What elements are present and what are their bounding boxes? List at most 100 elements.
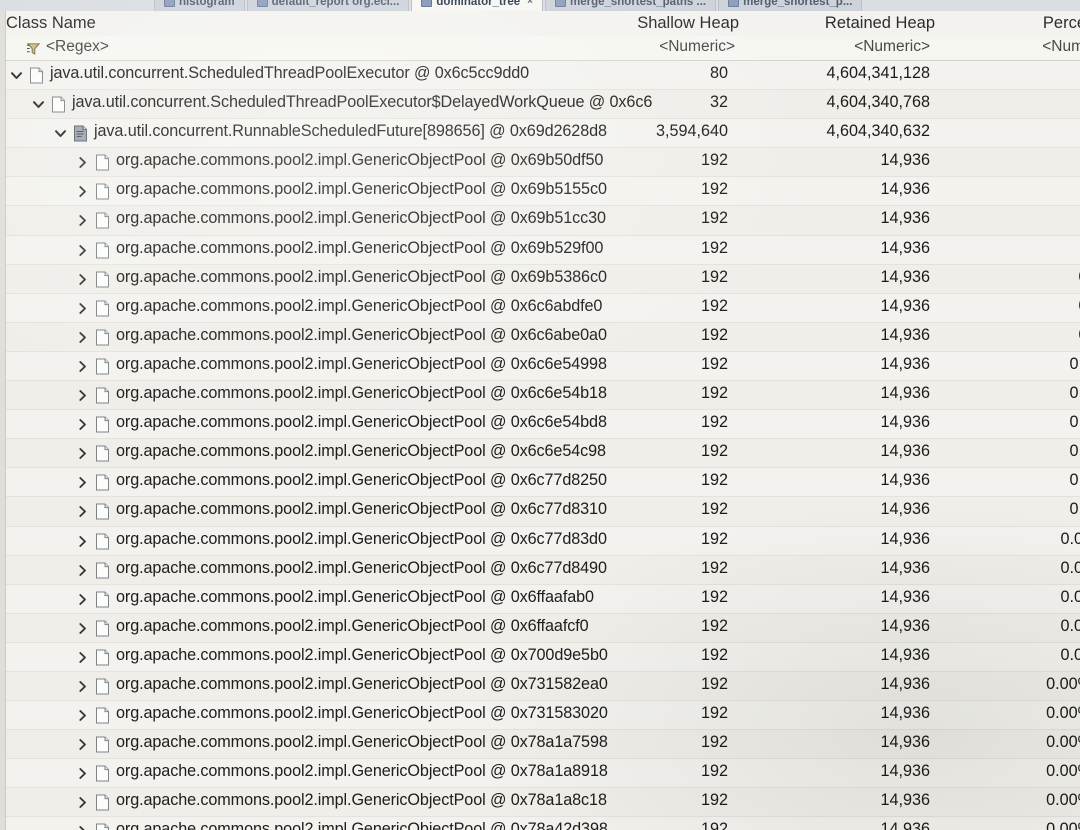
shallow-heap-value: 192	[700, 704, 728, 723]
filter-icon[interactable]	[26, 41, 41, 56]
table-row[interactable]: java.util.concurrent.ScheduledThreadPool…	[0, 61, 1080, 91]
regex-filter-input[interactable]: <Regex>	[46, 38, 109, 56]
chevron-right-icon[interactable]	[76, 825, 89, 830]
chevron-right-icon[interactable]	[76, 302, 89, 315]
retained-heap-value: 14,936	[880, 325, 930, 344]
chevron-right-icon[interactable]	[76, 389, 89, 402]
dominator-tree-rows[interactable]: java.util.concurrent.ScheduledThreadPool…	[0, 61, 1080, 830]
chevron-right-icon[interactable]	[76, 680, 89, 693]
retained-heap-value: 14,936	[880, 267, 930, 286]
chevron-right-icon[interactable]	[76, 622, 89, 635]
chevron-right-icon[interactable]	[76, 214, 89, 227]
table-row[interactable]: org.apache.commons.pool2.impl.GenericObj…	[0, 526, 1080, 556]
java-object-icon	[95, 154, 110, 171]
chevron-right-icon[interactable]	[76, 505, 89, 518]
table-row[interactable]: java.util.concurrent.RunnableScheduledFu…	[0, 119, 1080, 149]
column-header-percentage[interactable]: Perce	[1043, 14, 1080, 33]
chevron-down-icon[interactable]	[10, 69, 23, 82]
table-row[interactable]: org.apache.commons.pool2.impl.GenericObj…	[0, 235, 1080, 265]
table-row[interactable]: org.apache.commons.pool2.impl.GenericObj…	[0, 613, 1080, 643]
table-row[interactable]: org.apache.commons.pool2.impl.GenericObj…	[0, 788, 1080, 818]
table-row[interactable]: org.apache.commons.pool2.impl.GenericObj…	[0, 730, 1080, 760]
java-object-icon	[95, 591, 110, 608]
table-row[interactable]: org.apache.commons.pool2.impl.GenericObj…	[0, 497, 1080, 527]
shallow-heap-filter-input[interactable]: <Numeric>	[659, 38, 735, 56]
chevron-right-icon[interactable]	[76, 156, 89, 169]
retained-heap-value: 14,936	[880, 180, 930, 199]
class-name-label: org.apache.commons.pool2.impl.GenericObj…	[116, 616, 589, 635]
column-header-class-name[interactable]: Class Name	[6, 14, 96, 33]
chevron-down-icon[interactable]	[54, 127, 67, 140]
java-object-icon	[95, 445, 110, 462]
shallow-heap-value: 192	[700, 180, 728, 199]
class-name-label: java.util.concurrent.ScheduledThreadPool…	[50, 64, 530, 82]
chevron-right-icon[interactable]	[76, 331, 89, 344]
paths-icon	[554, 0, 566, 7]
table-row[interactable]: org.apache.commons.pool2.impl.GenericObj…	[0, 381, 1080, 411]
chevron-right-icon[interactable]	[76, 476, 89, 489]
chevron-right-icon[interactable]	[76, 738, 89, 751]
class-name-label: org.apache.commons.pool2.impl.GenericObj…	[116, 442, 606, 461]
table-row[interactable]: org.apache.commons.pool2.impl.GenericObj…	[0, 264, 1080, 294]
percentage-value: 0.0	[1069, 500, 1080, 519]
shallow-heap-value: 192	[700, 325, 728, 344]
table-row[interactable]: org.apache.commons.pool2.impl.GenericObj…	[0, 671, 1080, 702]
chevron-right-icon[interactable]	[76, 535, 89, 548]
chevron-right-icon[interactable]	[76, 709, 89, 722]
chevron-right-icon[interactable]	[76, 796, 89, 809]
table-row[interactable]: org.apache.commons.pool2.impl.GenericObj…	[0, 701, 1080, 731]
table-row[interactable]: java.util.concurrent.ScheduledThreadPool…	[0, 90, 1080, 120]
table-row[interactable]: org.apache.commons.pool2.impl.GenericObj…	[0, 468, 1080, 498]
filter-row: <Regex> <Numeric> <Numeric> <Num	[0, 36, 1080, 61]
table-row[interactable]: org.apache.commons.pool2.impl.GenericObj…	[0, 642, 1080, 672]
chevron-right-icon[interactable]	[76, 593, 89, 606]
table-row[interactable]: org.apache.commons.pool2.impl.GenericObj…	[0, 439, 1080, 469]
chevron-right-icon[interactable]	[76, 360, 89, 373]
tab-dominator-tree[interactable]: dominator_tree ×	[411, 0, 543, 11]
chevron-right-icon[interactable]	[76, 651, 89, 664]
table-row[interactable]: org.apache.commons.pool2.impl.GenericObj…	[0, 293, 1080, 323]
tab-merge-shortest-paths-1[interactable]: merge_shortest_paths ...	[544, 0, 717, 11]
table-row[interactable]: org.apache.commons.pool2.impl.GenericObj…	[0, 759, 1080, 789]
tab-label: default_report org.ecl...	[271, 0, 400, 8]
table-row[interactable]: org.apache.commons.pool2.impl.GenericObj…	[0, 148, 1080, 178]
chevron-down-icon[interactable]	[32, 98, 45, 111]
java-object-icon	[95, 503, 110, 520]
table-row[interactable]: org.apache.commons.pool2.impl.GenericObj…	[0, 817, 1080, 830]
shallow-heap-value: 192	[700, 238, 728, 257]
percentage-filter-input[interactable]: <Num	[1042, 38, 1080, 56]
chevron-right-icon[interactable]	[76, 564, 89, 577]
close-icon[interactable]: ×	[527, 0, 533, 7]
table-row[interactable]: org.apache.commons.pool2.impl.GenericObj…	[0, 322, 1080, 352]
tab-label: merge_shortest_paths ...	[569, 0, 707, 8]
tab-default-report[interactable]: default_report org.ecl...	[246, 0, 410, 11]
table-row[interactable]: org.apache.commons.pool2.impl.GenericObj…	[0, 410, 1080, 440]
retained-heap-filter-input[interactable]: <Numeric>	[854, 38, 930, 56]
chevron-right-icon[interactable]	[76, 244, 89, 257]
chevron-right-icon[interactable]	[76, 418, 89, 431]
tree-icon	[421, 0, 433, 7]
table-row[interactable]: org.apache.commons.pool2.impl.GenericObj…	[0, 584, 1080, 614]
table-row[interactable]: org.apache.commons.pool2.impl.GenericObj…	[0, 351, 1080, 382]
chevron-right-icon[interactable]	[76, 767, 89, 780]
class-name-label: org.apache.commons.pool2.impl.GenericObj…	[116, 587, 594, 606]
table-row[interactable]: org.apache.commons.pool2.impl.GenericObj…	[0, 555, 1080, 585]
table-row[interactable]: org.apache.commons.pool2.impl.GenericObj…	[0, 206, 1080, 236]
percentage-value: 0	[972, 180, 1080, 199]
retained-heap-value: 4,604,340,632	[826, 122, 930, 141]
percentage-value: 0.00	[1060, 529, 1080, 548]
class-name-label: org.apache.commons.pool2.impl.GenericObj…	[116, 558, 607, 577]
percentage-value: 0.00	[1060, 558, 1080, 577]
column-header-shallow-heap[interactable]: Shallow Heap	[637, 14, 739, 33]
java-object-icon	[95, 533, 110, 550]
column-header-retained-heap[interactable]: Retained Heap	[825, 14, 935, 33]
tab-label: dominator_tree	[436, 0, 521, 8]
chevron-right-icon[interactable]	[76, 185, 89, 198]
table-row[interactable]: org.apache.commons.pool2.impl.GenericObj…	[0, 177, 1080, 207]
retained-heap-value: 14,936	[880, 674, 930, 693]
tab-histogram[interactable]: histogram	[154, 0, 245, 11]
tab-merge-shortest-paths-2[interactable]: merge_shortest_p...	[718, 0, 863, 11]
chevron-right-icon[interactable]	[76, 447, 89, 460]
retained-heap-value: 14,936	[880, 384, 930, 403]
chevron-right-icon[interactable]	[76, 273, 89, 286]
